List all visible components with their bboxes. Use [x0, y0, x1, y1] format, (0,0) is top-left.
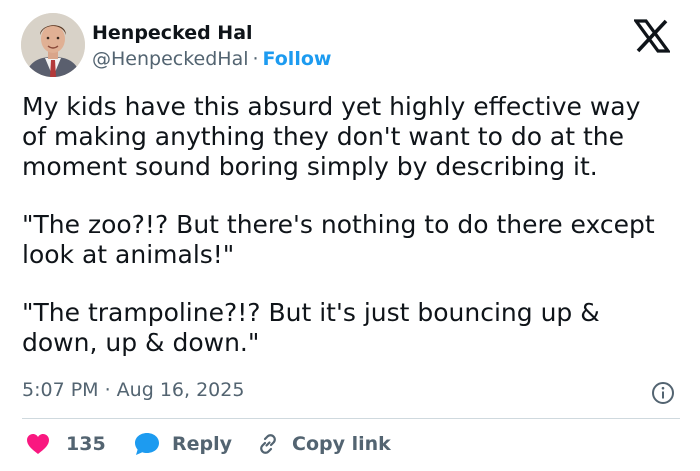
tweet-paragraph: "The trampoline?!? But it's just bouncin… — [22, 298, 600, 357]
tweet-timestamp[interactable]: 5:07 PM · Aug 16, 2025 — [22, 379, 244, 401]
copy-link-label: Copy link — [292, 433, 391, 455]
link-icon — [256, 432, 280, 456]
avatar[interactable] — [21, 13, 85, 77]
author-name[interactable]: Henpecked Hal — [92, 22, 253, 44]
handle-separator: · — [252, 48, 259, 70]
tweet-paragraph: "The zoo?!? But there's nothing to do th… — [22, 210, 655, 269]
info-icon[interactable] — [651, 381, 675, 405]
author-handle[interactable]: @HenpeckedHal — [92, 48, 249, 70]
divider — [22, 418, 680, 419]
like-button[interactable]: 135 — [26, 428, 106, 460]
like-count: 135 — [66, 433, 106, 455]
tweet-text: My kids have this absurd yet highly effe… — [22, 92, 682, 358]
x-logo-icon[interactable] — [632, 19, 672, 53]
copy-link-button[interactable]: Copy link — [256, 428, 391, 460]
follow-button[interactable]: Follow — [263, 48, 332, 70]
author-handle-row: @HenpeckedHal · Follow — [92, 48, 331, 70]
heart-icon — [26, 433, 50, 455]
reply-button[interactable]: Reply — [134, 428, 232, 460]
tweet-card: Henpecked Hal @HenpeckedHal · Follow My ki… — [0, 0, 700, 471]
reply-label: Reply — [172, 433, 233, 455]
action-bar: 135 Reply Copy link — [22, 428, 680, 460]
reply-bubble-icon — [134, 432, 160, 456]
tweet-paragraph: My kids have this absurd yet highly effe… — [22, 92, 641, 181]
